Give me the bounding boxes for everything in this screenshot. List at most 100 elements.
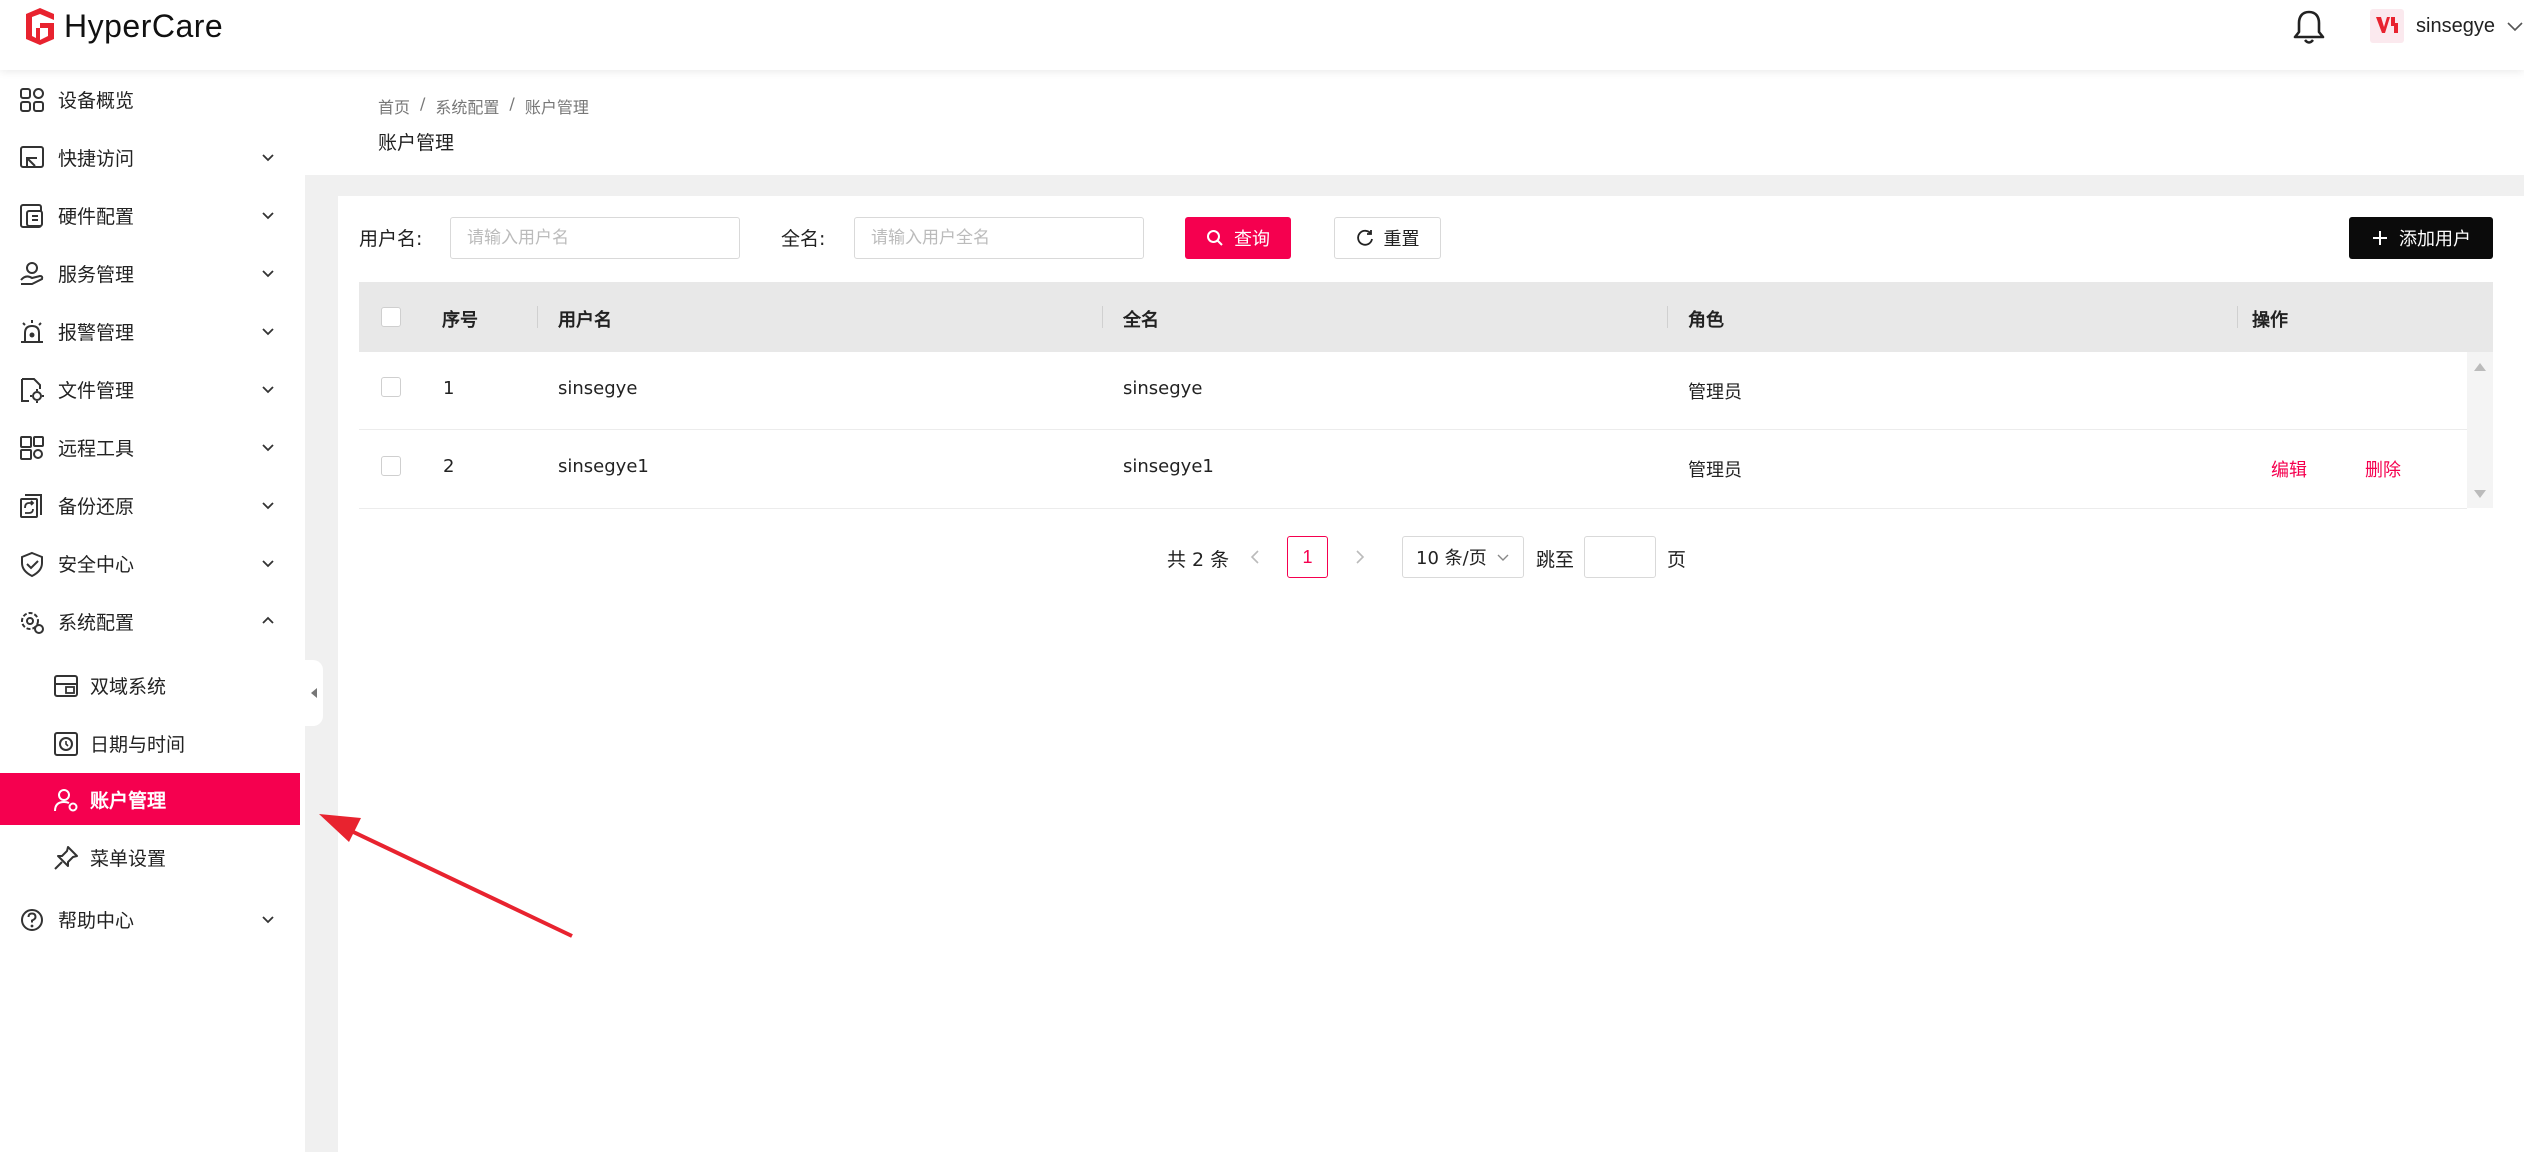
sidebar-item-device-overview[interactable]: 设备概览 xyxy=(0,73,300,125)
row-username: sinsegye xyxy=(558,378,638,399)
page-size-value: 10 条/页 xyxy=(1416,548,1487,569)
sidebar-item-system-config[interactable]: 系统配置 xyxy=(0,595,300,647)
chevron-down-icon xyxy=(1497,554,1509,561)
user-gear-icon xyxy=(54,789,78,812)
pagination-page-current[interactable]: 1 xyxy=(1287,536,1328,578)
table-scrollbar[interactable] xyxy=(2467,352,2493,508)
sidebar-item-service-management[interactable]: 服务管理 xyxy=(0,247,300,299)
sidebar-item-help-center[interactable]: 帮助中心 xyxy=(0,893,300,945)
sidebar-subitem-dual-domain[interactable]: 双域系统 xyxy=(0,659,300,711)
row-fullname: sinsegye1 xyxy=(1123,456,1214,477)
caret-left-icon xyxy=(311,688,317,698)
row-role: 管理员 xyxy=(1688,460,1742,481)
add-user-button[interactable]: 添加用户 xyxy=(2349,217,2493,259)
row-checkbox[interactable] xyxy=(381,377,401,397)
chevron-down-icon xyxy=(262,270,274,278)
grid-icon xyxy=(20,88,44,112)
chevron-down-icon xyxy=(262,560,274,568)
sidebar-item-label: 双域系统 xyxy=(90,675,167,698)
column-header-actions: 操作 xyxy=(2252,310,2288,331)
select-all-checkbox[interactable] xyxy=(381,307,401,327)
chevron-down-icon xyxy=(262,154,274,162)
pagination-page-unit: 页 xyxy=(1667,549,1687,571)
row-index: 2 xyxy=(443,456,455,477)
breadcrumb-home[interactable]: 首页 xyxy=(378,94,410,118)
backup-icon xyxy=(20,494,42,518)
pagination-total: 共 2 条 xyxy=(1167,549,1230,571)
sidebar-item-hardware-config[interactable]: 硬件配置 xyxy=(0,189,300,241)
chevron-down-icon xyxy=(2507,22,2523,32)
column-divider xyxy=(2237,306,2238,328)
sidebar-subitem-menu-settings[interactable]: 菜单设置 xyxy=(0,831,300,883)
query-button[interactable]: 查询 xyxy=(1185,217,1291,259)
alarm-icon xyxy=(21,320,43,343)
sidebar-item-remote-tools[interactable]: 远程工具 xyxy=(0,421,300,473)
column-divider xyxy=(1667,306,1668,328)
top-bar: HyperCare sinsegye xyxy=(0,0,2524,70)
notification-bell-icon[interactable] xyxy=(2291,8,2327,46)
pagination-jump-input[interactable] xyxy=(1584,536,1656,578)
sidebar-item-label: 账户管理 xyxy=(90,789,167,812)
row-username: sinsegye1 xyxy=(558,456,649,477)
username-filter-label: 用户名: xyxy=(359,228,423,250)
pagination-prev-icon[interactable] xyxy=(1245,545,1265,569)
pin-icon xyxy=(54,846,78,870)
chevron-down-icon xyxy=(262,386,274,394)
breadcrumb: 首页 / 系统配置 / 账户管理 xyxy=(378,94,589,118)
sidebar-item-security-center[interactable]: 安全中心 xyxy=(0,537,300,589)
row-role: 管理员 xyxy=(1688,382,1742,403)
row-checkbox[interactable] xyxy=(381,456,401,476)
breadcrumb-system-config[interactable]: 系统配置 xyxy=(435,94,499,118)
file-gear-icon xyxy=(21,378,44,403)
sidebar-item-backup-restore[interactable]: 备份还原 xyxy=(0,479,300,531)
table-row: 1 sinsegye sinsegye 管理员 xyxy=(359,352,2467,430)
user-menu[interactable]: sinsegye xyxy=(2370,6,2524,46)
breadcrumb-current: 账户管理 xyxy=(524,98,589,117)
sidebar-collapse-button[interactable] xyxy=(305,660,323,726)
brand-name: HyperCare xyxy=(64,7,224,44)
sidebar-subitem-account-management[interactable]: 账户管理 xyxy=(0,773,300,825)
app-logo[interactable]: HyperCare xyxy=(20,4,223,48)
chevron-down-icon xyxy=(262,502,274,510)
sidebar-item-label: 帮助中心 xyxy=(58,909,135,932)
column-header-index: 序号 xyxy=(442,310,478,331)
fullname-search-input[interactable] xyxy=(854,217,1144,259)
hardware-icon xyxy=(20,204,43,228)
sidebar: 设备概览 快捷访问 硬件配置 服务管理 报警管理 文件管理 远程工具 备份还原 … xyxy=(0,70,305,1152)
add-user-button-label: 添加用户 xyxy=(2399,229,2471,250)
chevron-down-icon xyxy=(262,444,274,452)
column-divider xyxy=(1102,306,1103,328)
dual-domain-icon xyxy=(54,675,78,697)
table-row: 2 sinsegye1 sinsegye1 管理员 编辑 删除 xyxy=(359,431,2467,509)
search-icon xyxy=(1207,230,1223,246)
sidebar-item-label: 菜单设置 xyxy=(90,847,167,870)
sidebar-item-label: 服务管理 xyxy=(58,263,135,286)
table-header: 序号 用户名 全名 角色 操作 xyxy=(359,282,2493,352)
sidebar-item-label: 安全中心 xyxy=(58,553,135,576)
service-icon xyxy=(20,262,44,285)
chevron-down-icon xyxy=(262,328,274,336)
pagination-next-icon[interactable] xyxy=(1350,545,1370,569)
sidebar-item-alarm-management[interactable]: 报警管理 xyxy=(0,305,300,357)
sidebar-item-label: 报警管理 xyxy=(58,321,135,344)
chevron-down-icon xyxy=(262,916,274,924)
row-fullname: sinsegye xyxy=(1123,378,1203,399)
chevron-down-icon xyxy=(262,212,274,220)
page-size-select[interactable]: 10 条/页 xyxy=(1402,536,1524,578)
column-header-fullname: 全名 xyxy=(1123,310,1159,331)
annotation-arrow xyxy=(319,814,573,938)
breadcrumb-separator: / xyxy=(509,94,515,113)
pagination-jump-label: 跳至 xyxy=(1536,549,1575,571)
sidebar-item-quick-access[interactable]: 快捷访问 xyxy=(0,131,300,183)
delete-link[interactable]: 删除 xyxy=(2365,456,2401,482)
username-search-input[interactable] xyxy=(450,217,740,259)
sidebar-item-label: 文件管理 xyxy=(58,379,135,402)
clock-icon xyxy=(54,732,78,756)
column-divider xyxy=(537,306,538,328)
reset-button[interactable]: 重置 xyxy=(1334,217,1441,259)
sidebar-item-file-management[interactable]: 文件管理 xyxy=(0,363,300,415)
fullname-filter-label: 全名: xyxy=(781,228,826,250)
hypercare-logo-icon xyxy=(26,8,54,45)
sidebar-subitem-date-time[interactable]: 日期与时间 xyxy=(0,717,300,769)
edit-link[interactable]: 编辑 xyxy=(2271,456,2307,482)
